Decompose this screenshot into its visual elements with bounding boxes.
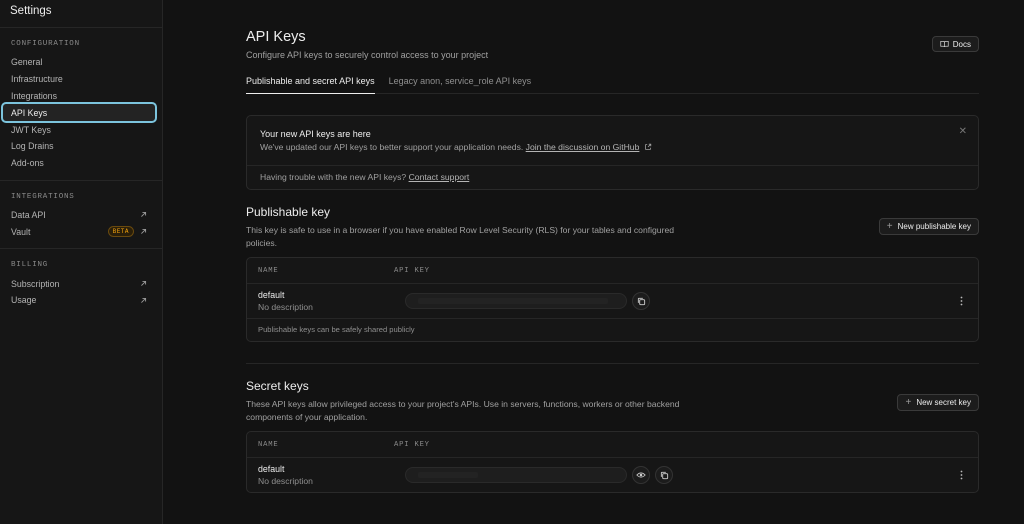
- nav-heading: INTEGRATIONS: [11, 192, 75, 201]
- arrow-up-right-icon: [141, 297, 147, 303]
- key-name-cell: default No description: [247, 464, 405, 486]
- column-header-api-key: API KEY: [394, 440, 430, 449]
- sidebar-title: Settings: [0, 0, 162, 28]
- github-discussion-link[interactable]: Join the discussion on GitHub: [526, 142, 640, 152]
- sidebar-item-data-api[interactable]: Data API: [3, 207, 155, 224]
- column-header-api-key: API KEY: [394, 266, 430, 275]
- page-title: API Keys: [246, 29, 306, 45]
- sidebar-item-label: Vault: [11, 226, 31, 237]
- notice-top: Your new API keys are here We've updated…: [247, 116, 978, 166]
- table-header: NAME API KEY: [247, 258, 978, 284]
- docs-button[interactable]: Docs: [931, 36, 979, 52]
- sidebar-item-log-drains[interactable]: Log Drains: [3, 138, 155, 155]
- publishable-key-title: Publishable key: [246, 205, 331, 219]
- docs-button-label: Docs: [952, 39, 971, 49]
- more-vertical-icon[interactable]: [960, 470, 963, 480]
- sidebar-item-label: Add-ons: [11, 158, 44, 169]
- sidebar-item-infrastructure[interactable]: Infrastructure: [3, 71, 155, 88]
- copy-button[interactable]: [632, 292, 650, 310]
- external-link-icon: [644, 143, 651, 150]
- key-description: No description: [258, 476, 313, 486]
- section-divider: [246, 363, 979, 364]
- table-header: NAME API KEY: [247, 432, 978, 458]
- book-icon: [940, 41, 949, 48]
- new-secret-key-label: New secret key: [916, 398, 971, 407]
- sidebar-item-label: Subscription: [11, 278, 60, 289]
- more-vertical-icon[interactable]: [960, 296, 963, 306]
- plus-icon: +: [905, 397, 912, 408]
- copy-icon: [660, 471, 668, 479]
- arrow-up-right-icon: [141, 212, 147, 218]
- sidebar-item-add-ons[interactable]: Add-ons: [3, 155, 155, 172]
- publishable-keys-footer: Publishable keys can be safely shared pu…: [247, 318, 978, 340]
- notice-body-text: We've updated our API keys to better sup…: [260, 142, 524, 152]
- sidebar-item-general[interactable]: General: [3, 54, 155, 71]
- column-header-name: NAME: [258, 440, 279, 449]
- sidebar-item-vault[interactable]: Vault BETA: [3, 223, 155, 240]
- plus-icon: +: [886, 221, 893, 232]
- close-icon[interactable]: ✕: [959, 126, 967, 137]
- sidebar-item-label: Integrations: [11, 90, 57, 101]
- reveal-button[interactable]: [632, 466, 650, 484]
- key-name-cell: default No description: [247, 290, 405, 312]
- publishable-key-field[interactable]: [405, 293, 627, 309]
- notice-title: Your new API keys are here: [260, 129, 371, 139]
- table-row: default No description: [247, 284, 978, 318]
- beta-badge: BETA: [107, 226, 134, 238]
- api-keys-tabs: Publishable and secret API keys Legacy a…: [246, 70, 979, 94]
- column-header-name: NAME: [258, 266, 279, 275]
- key-name: default: [258, 290, 285, 300]
- copy-icon: [637, 297, 645, 305]
- new-publishable-key-button[interactable]: + New publishable key: [878, 218, 979, 235]
- sidebar-item-label: JWT Keys: [11, 124, 51, 135]
- publishable-keys-table: NAME API KEY default No description Publ…: [246, 257, 979, 342]
- eye-icon: [636, 472, 646, 478]
- nav-heading: BILLING: [11, 261, 49, 270]
- key-description: No description: [258, 302, 313, 312]
- page-subtitle: Configure API keys to securely control a…: [246, 50, 489, 60]
- secret-keys-description: These API keys allow privileged access t…: [246, 399, 680, 422]
- arrow-up-right-icon: [141, 229, 147, 235]
- sidebar-item-usage[interactable]: Usage: [3, 292, 155, 309]
- sidebar-item-label: Log Drains: [11, 141, 54, 152]
- sidebar-item-label: Infrastructure: [11, 74, 63, 85]
- sidebar-item-label: Usage: [11, 295, 37, 306]
- secret-key-field[interactable]: [405, 467, 627, 483]
- nav-heading: CONFIGURATION: [11, 40, 80, 48]
- notice-footer-text: Having trouble with the new API keys?: [260, 172, 407, 182]
- main-content: API Keys Configure API keys to securely …: [163, 0, 1024, 524]
- key-name: default: [258, 464, 285, 474]
- nav-section-configuration: CONFIGURATION General Infrastructure Int…: [0, 28, 162, 181]
- sidebar-item-subscription[interactable]: Subscription: [3, 275, 155, 292]
- contact-support-link[interactable]: Contact support: [409, 172, 470, 182]
- tab-publishable-secret[interactable]: Publishable and secret API keys: [246, 70, 375, 94]
- sidebar-item-label: API Keys: [11, 107, 48, 118]
- notice-footer: Having trouble with the new API keys? Co…: [247, 166, 978, 188]
- nav-section-integrations: INTEGRATIONS Data API Vault BETA: [0, 181, 162, 250]
- settings-sidebar: Settings CONFIGURATION General Infrastru…: [0, 0, 163, 524]
- new-publishable-key-label: New publishable key: [897, 222, 971, 231]
- secret-keys-title: Secret keys: [246, 379, 309, 393]
- secret-keys-table: NAME API KEY default No description: [246, 431, 979, 493]
- sidebar-item-jwt-keys[interactable]: JWT Keys: [3, 121, 155, 138]
- publishable-key-description: This key is safe to use in a browser if …: [246, 225, 674, 248]
- sidebar-item-label: Data API: [11, 209, 46, 220]
- arrow-up-right-icon: [141, 281, 147, 286]
- nav-section-billing: BILLING Subscription Usage: [0, 249, 162, 317]
- new-api-keys-notice: Your new API keys are here We've updated…: [246, 115, 979, 190]
- sidebar-item-integrations[interactable]: Integrations: [3, 88, 155, 105]
- tab-legacy-keys[interactable]: Legacy anon, service_role API keys: [389, 70, 532, 94]
- sidebar-item-label: General: [11, 57, 43, 68]
- copy-button[interactable]: [655, 466, 673, 484]
- table-row: default No description: [247, 458, 978, 492]
- new-secret-key-button[interactable]: + New secret key: [897, 394, 979, 411]
- sidebar-item-api-keys[interactable]: API Keys: [1, 102, 157, 124]
- notice-body: We've updated our API keys to better sup…: [260, 142, 965, 152]
